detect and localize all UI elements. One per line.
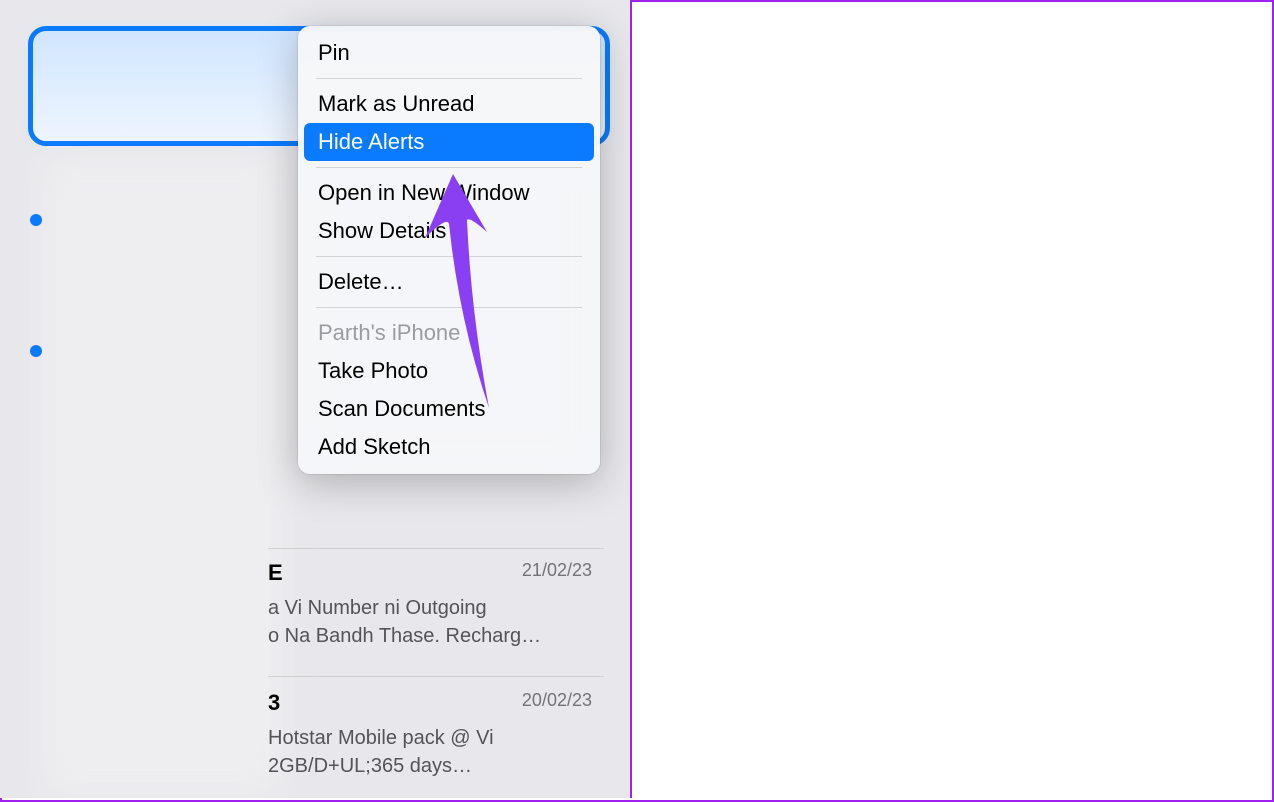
menu-delete[interactable]: Delete…	[298, 263, 600, 301]
message-preview-line1: Hotstar Mobile pack @ Vi	[268, 727, 494, 749]
menu-open-new-window[interactable]: Open in New Window	[298, 174, 600, 212]
menu-add-sketch[interactable]: Add Sketch	[298, 428, 600, 466]
menu-mark-unread[interactable]: Mark as Unread	[298, 85, 600, 123]
menu-device-header: Parth's iPhone	[298, 314, 600, 352]
unread-indicator-icon	[30, 214, 42, 226]
message-date: 21/02/23	[522, 560, 592, 581]
menu-take-photo[interactable]: Take Photo	[298, 352, 600, 390]
menu-separator	[316, 78, 582, 79]
unread-indicator-icon	[30, 345, 42, 357]
menu-separator	[316, 307, 582, 308]
messages-panel: E 21/02/23 a Vi Number ni Outgoing o Na …	[0, 0, 632, 798]
menu-pin[interactable]: Pin	[298, 34, 600, 72]
menu-hide-alerts[interactable]: Hide Alerts	[304, 123, 594, 161]
menu-scan-documents[interactable]: Scan Documents	[298, 390, 600, 428]
sender-fragment: E	[268, 560, 283, 586]
sender-fragment: 3	[268, 690, 280, 716]
message-preview-line2: o Na Bandh Thase. Recharg…	[268, 625, 541, 647]
context-menu: Pin Mark as Unread Hide Alerts Open in N…	[298, 26, 600, 474]
message-preview-line1: a Vi Number ni Outgoing	[268, 597, 487, 619]
row-divider	[268, 676, 604, 677]
row-divider	[268, 548, 604, 549]
menu-show-details[interactable]: Show Details	[298, 212, 600, 250]
menu-separator	[316, 167, 582, 168]
message-date: 20/02/23	[522, 690, 592, 711]
message-preview-line2: 2GB/D+UL;365 days…	[268, 755, 472, 777]
menu-separator	[316, 256, 582, 257]
blurred-conversation-list	[42, 155, 282, 795]
